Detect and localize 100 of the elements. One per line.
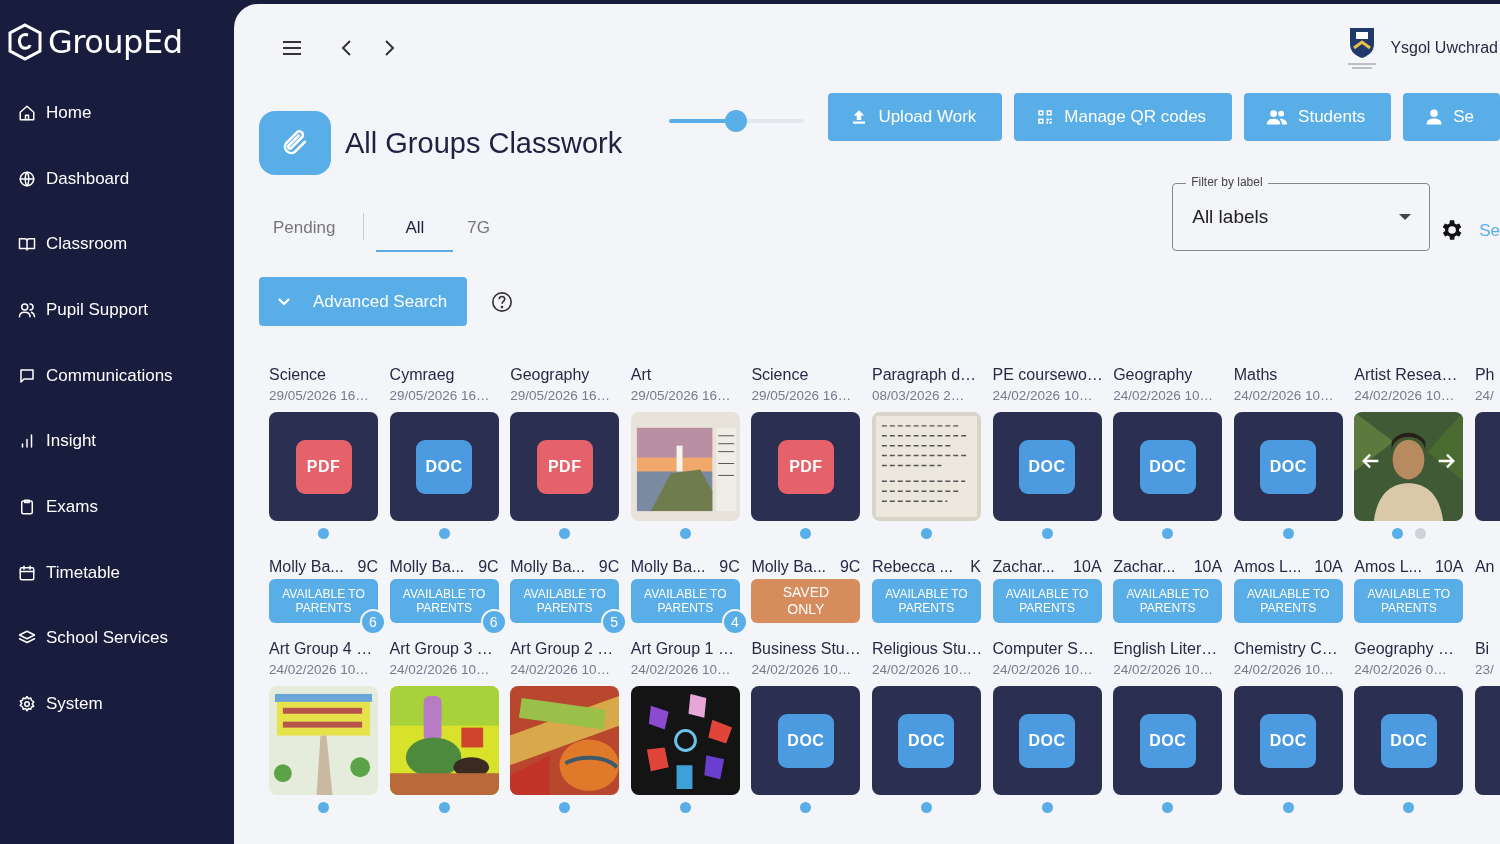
document-file-icon: DOC — [1019, 439, 1076, 494]
page-dot[interactable] — [1391, 528, 1403, 539]
file-tile[interactable]: DOC — [1113, 412, 1223, 521]
nav-item[interactable]: Dashboard — [0, 145, 234, 212]
file-tile[interactable]: DOC — [389, 412, 499, 521]
settings-link[interactable]: Se — [1479, 221, 1500, 241]
book-icon — [18, 235, 36, 254]
clipboard-icon — [18, 497, 36, 516]
file-tile[interactable]: PDF — [269, 412, 378, 521]
qr-code-icon — [1036, 108, 1055, 126]
page-dot[interactable] — [679, 802, 691, 813]
file-tile[interactable]: DOC — [992, 686, 1102, 795]
status-badge: AVAILABLE TO PARENTS — [1233, 579, 1343, 623]
page-dot[interactable] — [1282, 528, 1294, 539]
page-dot[interactable] — [800, 528, 812, 539]
tab[interactable]: All — [376, 205, 454, 252]
file-tile[interactable]: DOC — [1233, 686, 1343, 795]
file-tile[interactable]: DOC — [1354, 686, 1464, 795]
nav-item[interactable]: Pupil Support — [0, 277, 234, 343]
student-group: 10A — [1073, 558, 1102, 578]
nav-item[interactable]: Classroom — [0, 211, 234, 278]
help-icon[interactable] — [491, 290, 514, 313]
status-badge: AVAILABLE TO PARENTS — [1113, 579, 1223, 623]
action-button[interactable]: Upload Work — [828, 93, 1003, 141]
file-tile[interactable]: DOC — [871, 686, 981, 795]
paperclip-icon — [259, 111, 331, 175]
card-date: 23/ — [1474, 662, 1495, 679]
file-tile[interactable]: DOC — [751, 686, 861, 795]
student-group: 9C — [719, 558, 740, 578]
slider-thumb[interactable] — [725, 110, 748, 132]
document-file-icon: DOC — [1380, 713, 1437, 768]
student-group: 9C — [478, 558, 499, 578]
student-group: 9C — [357, 558, 378, 578]
document-file-icon: DOC — [1139, 439, 1196, 494]
action-button[interactable]: Manage QR codes — [1014, 93, 1233, 141]
student-name: Molly Ba... — [269, 558, 344, 577]
tab[interactable]: 7G — [453, 205, 504, 252]
page-dot[interactable] — [1414, 528, 1426, 539]
card-title: PE coursewo… — [992, 366, 1102, 385]
page-dot[interactable] — [1162, 528, 1174, 539]
file-tile[interactable]: PDF — [510, 412, 620, 521]
page-dot[interactable] — [438, 528, 450, 539]
student-name: Zachar... — [992, 558, 1055, 577]
nav-item[interactable]: Communications — [0, 342, 234, 409]
card-date: 29/05/2026 16… — [269, 388, 370, 405]
page-dot[interactable] — [679, 528, 691, 539]
nav-item[interactable]: Timetable — [0, 539, 234, 606]
page-dot[interactable] — [559, 528, 571, 539]
school-name[interactable]: Ysgol Uwchrad — [1390, 39, 1498, 57]
nav-item[interactable]: Home — [0, 80, 234, 146]
nav-item[interactable]: Insight — [0, 408, 234, 475]
card-title: Science — [269, 366, 327, 385]
card-title: Geography — [1113, 366, 1194, 385]
page-dot[interactable] — [1041, 802, 1053, 813]
page-dot[interactable] — [800, 802, 812, 813]
action-button[interactable]: Students — [1244, 93, 1392, 141]
page-dot[interactable] — [559, 802, 571, 813]
card-date: 24/02/2026 10… — [1233, 662, 1335, 679]
file-tile[interactable]: DOC — [1233, 412, 1343, 521]
nav-item[interactable]: Exams — [0, 474, 234, 540]
card-title: Art Group 1 … — [630, 640, 735, 659]
card-title: Chemistry C… — [1233, 640, 1339, 659]
advanced-search-button[interactable]: Advanced Search — [259, 277, 468, 326]
page-dot[interactable] — [1162, 802, 1174, 813]
count-badge: 5 — [601, 609, 628, 635]
card-date: 24/02/2026 0… — [1354, 662, 1448, 679]
student-group: 10A — [1314, 558, 1343, 578]
card-title: Cymraeg — [389, 366, 456, 385]
action-button[interactable]: Se — [1403, 93, 1500, 141]
page-dot[interactable] — [318, 802, 329, 813]
page-dot[interactable] — [920, 528, 932, 539]
student-group: 10A — [1434, 558, 1464, 578]
file-tile[interactable]: DOC — [1113, 686, 1223, 795]
page-dot[interactable] — [1041, 528, 1053, 539]
status-badge: AVAILABLE TO PARENTS — [871, 579, 981, 623]
card-title: Ph — [1474, 366, 1496, 385]
card-date: 24/02/2026 10… — [992, 662, 1094, 679]
student-name: Amos L... — [1233, 558, 1302, 577]
card-title: Art Group 4 … — [269, 640, 374, 659]
nav-item[interactable]: School Services — [0, 605, 234, 672]
tab[interactable]: Pending — [259, 205, 350, 252]
card-date: 24/02/2026 10… — [389, 662, 491, 679]
home-icon — [18, 103, 36, 122]
page-dot[interactable] — [1403, 802, 1415, 813]
status-badge: AVAILABLE TO PARENTS — [1354, 579, 1464, 623]
document-file-icon: DOC — [777, 713, 834, 768]
file-tile[interactable]: DOC — [992, 412, 1102, 521]
document-file-icon: DOC — [898, 713, 955, 768]
page-dot[interactable] — [920, 802, 932, 813]
page-dot[interactable] — [438, 802, 450, 813]
count-badge: 4 — [721, 609, 748, 635]
zoom-slider[interactable] — [668, 109, 805, 133]
pdf-file-icon: PDF — [536, 439, 593, 494]
status-badge: SAVED ONLY — [751, 579, 861, 623]
nav-item[interactable]: System — [0, 671, 234, 737]
student-name: Zachar... — [1113, 558, 1176, 577]
file-tile[interactable]: PDF — [751, 412, 861, 521]
page-dot[interactable] — [318, 528, 329, 539]
page-dot[interactable] — [1282, 802, 1294, 813]
user-icon — [1425, 108, 1444, 126]
